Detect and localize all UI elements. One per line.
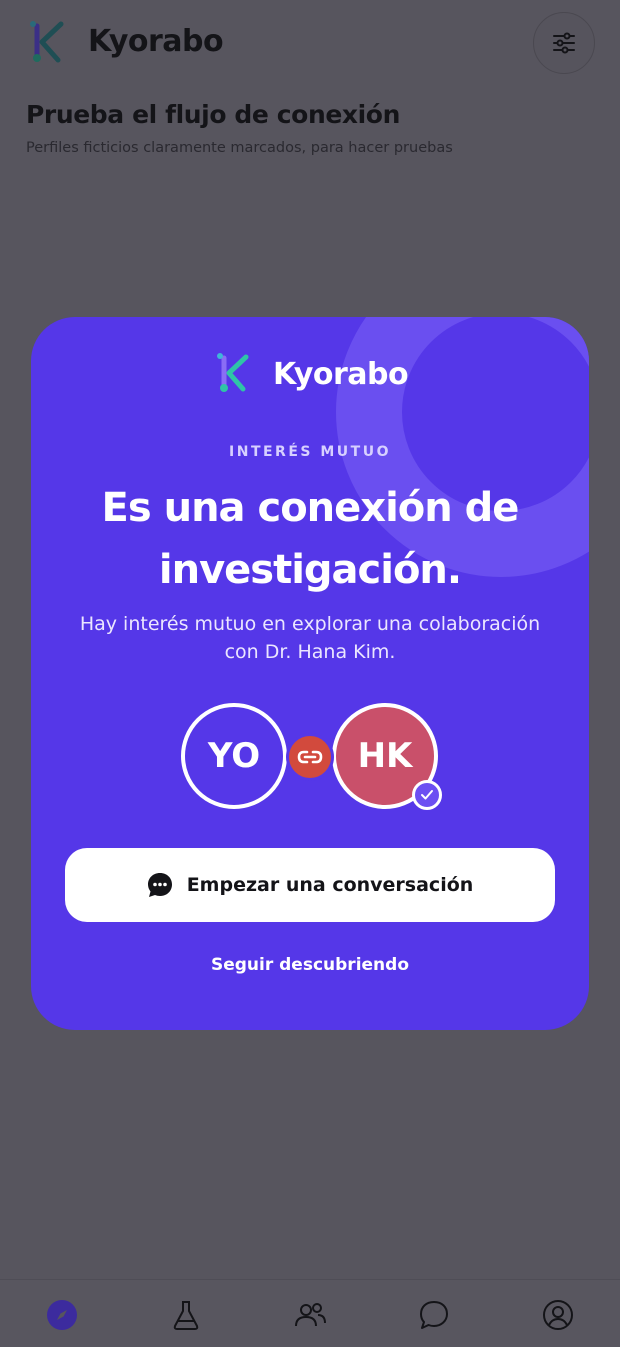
link-badge [286, 733, 334, 781]
page-title: Prueba el flujo de conexión [26, 100, 400, 129]
filter-button[interactable] [533, 12, 595, 74]
nav-profile[interactable] [538, 1295, 578, 1335]
sliders-icon [553, 32, 575, 54]
connection-modal: Kyorabo INTERÉS MUTUO Es una conexión de… [31, 317, 589, 1030]
verified-badge [412, 780, 442, 810]
chat-bubble-icon [420, 1301, 448, 1329]
page-subtitle: Perfiles ficticios claramente marcados, … [26, 140, 453, 156]
modal-logo [217, 353, 249, 392]
user-circle-icon [543, 1300, 573, 1330]
check-icon [421, 790, 433, 800]
app-logo [30, 21, 64, 63]
chat-dots-icon [147, 873, 172, 897]
keep-discovering-link[interactable]: Seguir descubriendo [31, 955, 589, 975]
nav-discover[interactable] [42, 1295, 82, 1335]
compass-icon [47, 1300, 77, 1330]
bottom-nav [0, 1279, 620, 1347]
app-brand: Kyorabo [88, 24, 224, 59]
modal-description: Hay interés mutuo en explorar una colabo… [79, 613, 541, 663]
nav-chats[interactable] [414, 1295, 454, 1335]
start-conversation-button[interactable]: Empezar una conversación [65, 848, 555, 922]
nav-lab[interactable] [166, 1295, 206, 1335]
start-conversation-label: Empezar una conversación [186, 874, 474, 896]
flask-icon [173, 1301, 199, 1330]
people-icon [295, 1303, 326, 1327]
link-icon [297, 750, 323, 764]
avatar-me: YO [181, 703, 287, 809]
nav-people[interactable] [290, 1295, 330, 1335]
modal-eyebrow: INTERÉS MUTUO [229, 444, 391, 460]
modal-brand: Kyorabo [273, 357, 409, 392]
modal-headline: Es una conexión de investigación. [101, 485, 520, 593]
top-bar: Kyorabo [0, 0, 620, 92]
